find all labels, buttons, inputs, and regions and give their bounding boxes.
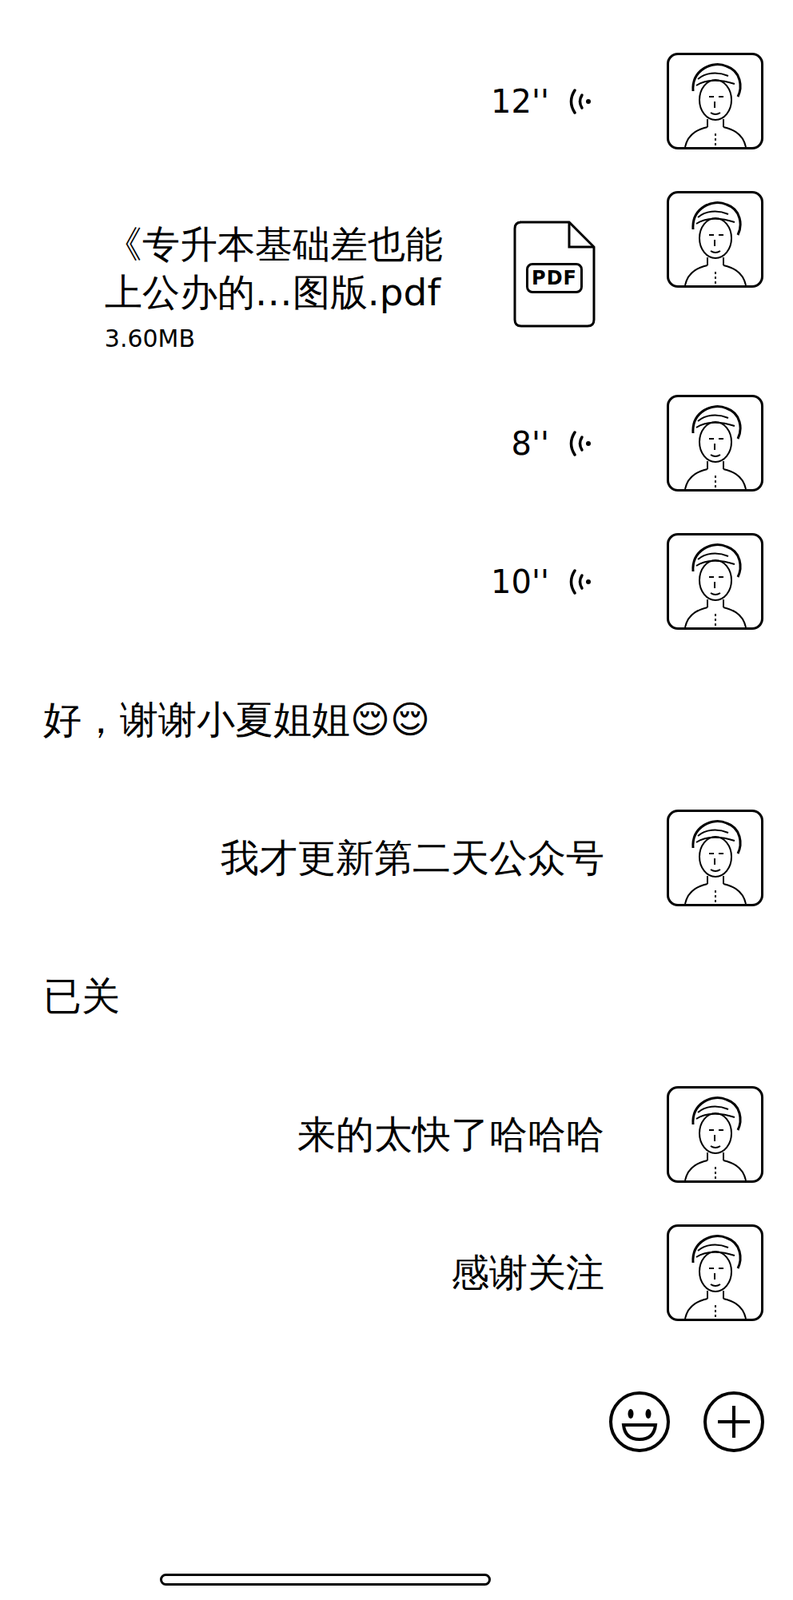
- avatar[interactable]: [666, 394, 764, 492]
- message-row: 已关: [0, 948, 793, 1045]
- woman-portrait-icon: [669, 55, 762, 148]
- text-message[interactable]: 已关: [43, 968, 120, 1025]
- pdf-file-icon: PDF: [513, 220, 596, 328]
- file-size: 3.60MB: [104, 324, 466, 354]
- message-row: 10'': [0, 533, 793, 630]
- message-row: 《专升本基础差也能上公办的…图版.pdf 3.60MB PDF: [0, 191, 793, 354]
- message-list: 12'' 《专升本基础差也能上公办的…图版.pdf 3.60MB PDF 8'' 10''…: [0, 52, 793, 1322]
- woman-portrait-icon: [669, 535, 762, 628]
- more-button[interactable]: [701, 1390, 766, 1455]
- message-row: 好，谢谢小夏姐姐😌😌: [0, 671, 793, 769]
- message-row: 12'': [0, 52, 793, 150]
- input-toolbar: [0, 1390, 793, 1455]
- avatar[interactable]: [666, 1224, 764, 1322]
- plus-icon: [701, 1390, 766, 1455]
- voice-duration: 12'': [490, 82, 550, 121]
- woman-portrait-icon: [669, 812, 762, 905]
- file-type-label: PDF: [526, 263, 583, 294]
- voice-duration: 10'': [490, 562, 550, 602]
- woman-portrait-icon: [669, 1227, 762, 1320]
- voice-message[interactable]: 8'': [511, 424, 593, 463]
- emoji-button[interactable]: [607, 1390, 672, 1455]
- woman-portrait-icon: [669, 397, 762, 490]
- text-message[interactable]: 来的太快了哈哈哈: [297, 1106, 605, 1163]
- message-row: 我才更新第二天公众号: [0, 809, 793, 907]
- file-message[interactable]: 《专升本基础差也能上公办的…图版.pdf 3.60MB PDF: [104, 191, 596, 354]
- avatar[interactable]: [666, 809, 764, 907]
- avatar[interactable]: [666, 1086, 764, 1184]
- avatar[interactable]: [666, 52, 764, 150]
- voice-duration: 8'': [511, 424, 550, 463]
- avatar[interactable]: [666, 191, 764, 288]
- message-row: 感谢关注: [0, 1224, 793, 1322]
- message-row: 8'': [0, 394, 793, 492]
- text-message[interactable]: 我才更新第二天公众号: [220, 829, 605, 886]
- voice-message[interactable]: 10'': [490, 562, 593, 602]
- voice-message[interactable]: 12'': [490, 82, 593, 121]
- text-message[interactable]: 感谢关注: [450, 1244, 605, 1301]
- voice-wave-icon: [566, 565, 593, 598]
- file-info: 《专升本基础差也能上公办的…图版.pdf 3.60MB: [104, 220, 466, 354]
- woman-portrait-icon: [669, 193, 762, 286]
- file-name: 《专升本基础差也能上公办的…图版.pdf: [104, 220, 466, 317]
- woman-portrait-icon: [669, 1088, 762, 1181]
- message-row: 来的太快了哈哈哈: [0, 1086, 793, 1184]
- home-indicator: [159, 1574, 491, 1586]
- chat-screen: 12'' 《专升本基础差也能上公办的…图版.pdf 3.60MB PDF 8'' 10''…: [0, 0, 793, 1600]
- smiley-icon: [607, 1390, 672, 1455]
- text-message[interactable]: 好，谢谢小夏姐姐😌😌: [43, 691, 431, 748]
- avatar[interactable]: [666, 533, 764, 630]
- voice-wave-icon: [566, 85, 593, 118]
- voice-wave-icon: [566, 427, 593, 460]
